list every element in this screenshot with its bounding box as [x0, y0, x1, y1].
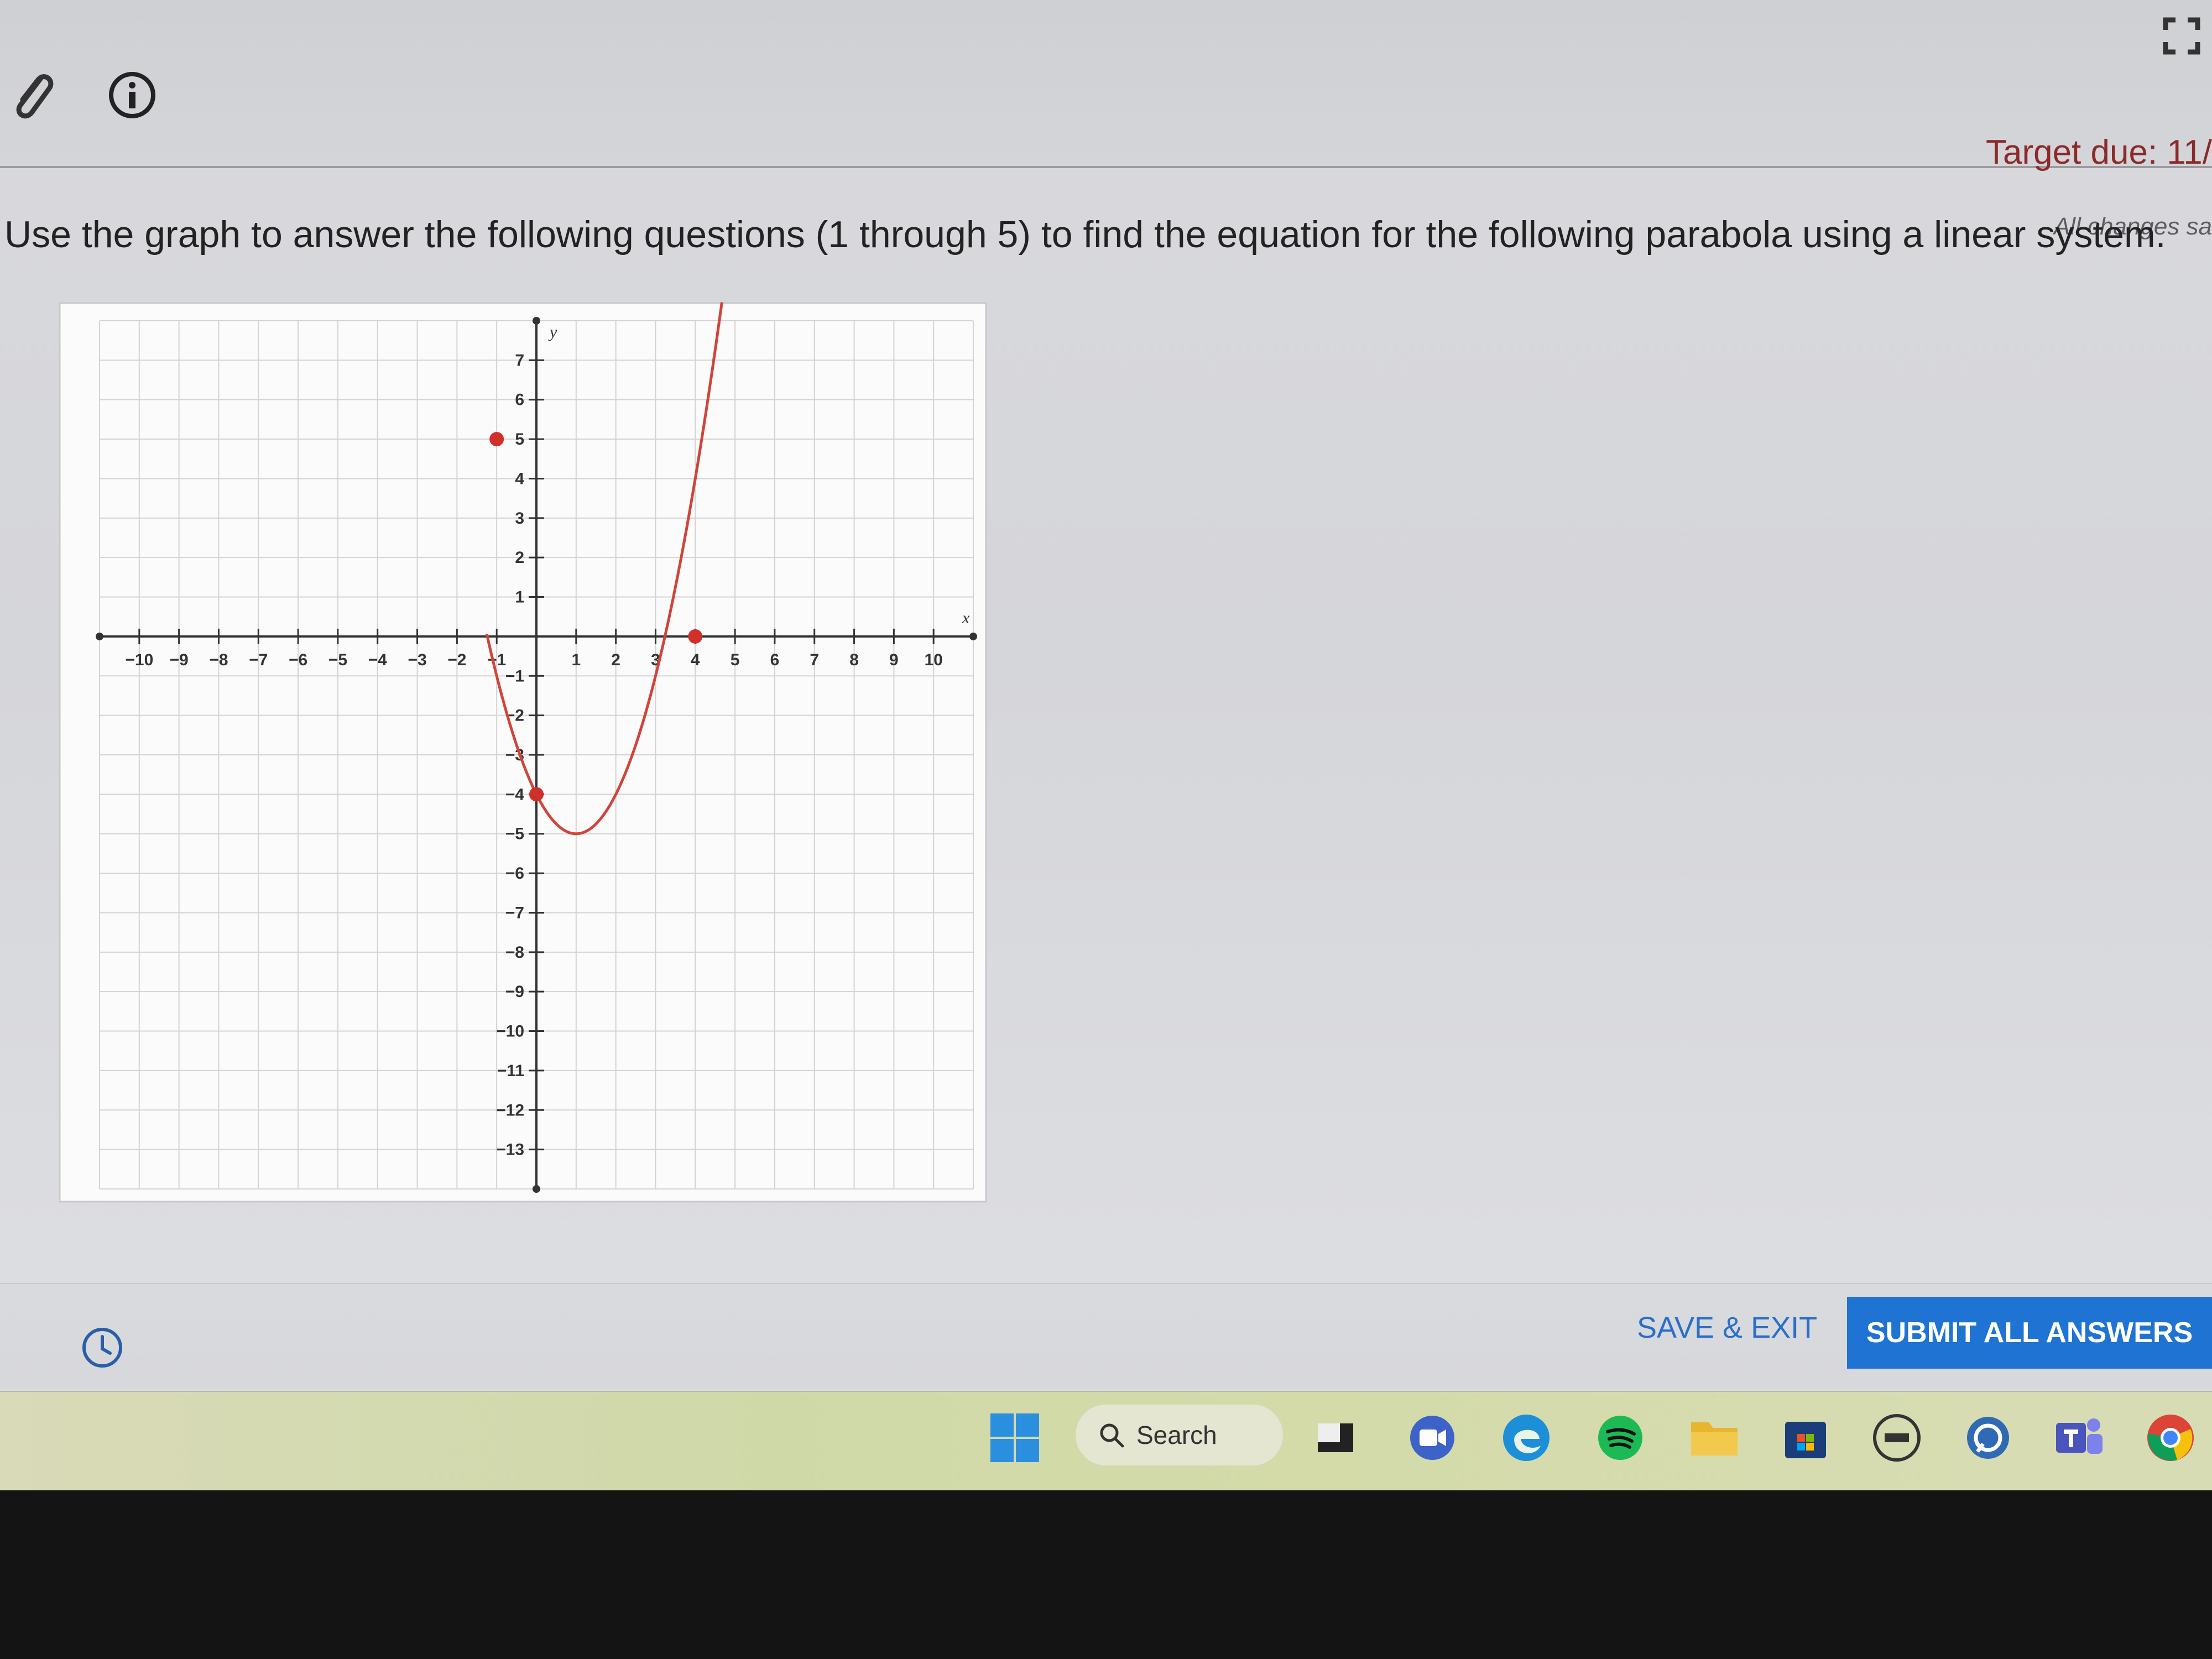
x-tick-label: 1	[571, 651, 581, 669]
x-tick-label: 2	[611, 651, 620, 669]
y-tick-label: −1	[505, 667, 524, 685]
spotify-icon[interactable]	[1590, 1407, 1651, 1468]
marked-point	[529, 787, 544, 802]
y-tick-label: 2	[515, 549, 524, 567]
y-tick-label: −12	[496, 1101, 524, 1119]
y-tick-label: −9	[505, 983, 524, 1001]
y-axis-end	[533, 317, 540, 325]
file-explorer-icon[interactable]	[1684, 1407, 1745, 1468]
save-exit-button[interactable]: SAVE & EXIT	[1637, 1311, 1817, 1345]
question-text: Use the graph to answer the following qu…	[4, 213, 2166, 255]
x-tick-label: 7	[810, 651, 819, 669]
task-view-icon[interactable]	[1305, 1407, 1366, 1468]
info-icon[interactable]	[108, 71, 156, 119]
y-tick-label: 3	[515, 509, 524, 528]
top-toolbar: Target due: 11/	[0, 0, 2212, 171]
target-due-text: Target due: 11/	[1985, 133, 2212, 171]
y-tick-label: 6	[515, 391, 524, 409]
marked-point	[688, 629, 703, 644]
search-icon	[1100, 1423, 1124, 1448]
y-axis-end	[533, 1185, 540, 1193]
paperclip-icon[interactable]	[8, 66, 58, 127]
search-label: Search	[1136, 1421, 1217, 1449]
marked-point	[489, 432, 504, 447]
y-axis-label: y	[548, 323, 557, 341]
x-tick-label: −2	[447, 651, 466, 669]
chrome-icon[interactable]	[2140, 1407, 2201, 1468]
x-tick-label: −3	[408, 651, 426, 669]
dell-icon[interactable]	[1866, 1407, 1927, 1468]
y-tick-label: −10	[496, 1022, 524, 1041]
x-tick-label: −8	[209, 651, 228, 669]
y-tick-label: −6	[505, 864, 524, 883]
x-tick-label: −9	[170, 651, 189, 669]
clock-icon[interactable]	[77, 1323, 127, 1373]
x-tick-label: −5	[328, 651, 347, 669]
x-tick-label: −4	[368, 651, 388, 669]
teams-icon[interactable]	[2049, 1407, 2110, 1468]
x-axis-end	[96, 632, 103, 640]
x-tick-label: 10	[924, 651, 942, 669]
fullscreen-icon[interactable]	[2159, 14, 2204, 58]
x-tick-label: 4	[691, 651, 700, 669]
x-tick-label: 5	[731, 651, 740, 669]
x-tick-label: 8	[849, 651, 859, 669]
windows-start-icon[interactable]	[984, 1407, 1045, 1468]
x-tick-label: 6	[770, 651, 780, 669]
parabola-graph: −10 −9 −8 −7 −6 −5 −4 −3 −2 −1 1 2 3 4 5 6 7 8 9 10 7 6 5 4 3 2 1−…	[55, 299, 995, 1214]
y-tick-label: 5	[515, 430, 524, 448]
submit-all-answers-button[interactable]: SUBMIT ALL ANSWERS	[1847, 1297, 2212, 1369]
y-tick-label: −5	[505, 825, 524, 843]
y-tick-label: −13	[496, 1141, 524, 1159]
taskbar-search[interactable]: Search	[1076, 1405, 1283, 1465]
x-tick-label: −7	[249, 651, 268, 669]
x-axis-label: x	[962, 609, 970, 627]
y-tick-label: 4	[515, 469, 524, 488]
x-tick-label: −6	[289, 651, 307, 669]
y-tick-label: −8	[505, 943, 524, 962]
y-tick-label: −7	[505, 904, 524, 922]
x-tick-label: 9	[889, 651, 899, 669]
graph-svg: −10 −9 −8 −7 −6 −5 −4 −3 −2 −1 1 2 3 4 5 6 7 8 9 107654321−…	[59, 302, 987, 1203]
x-axis-end	[969, 632, 977, 640]
y-tick-label: 1	[515, 588, 524, 607]
y-tick-label: 7	[515, 351, 524, 369]
support-assist-icon[interactable]	[1958, 1407, 2018, 1468]
microsoft-store-icon[interactable]	[1775, 1407, 1836, 1468]
screen-bezel	[0, 1490, 2212, 1659]
edge-browser-icon[interactable]	[1496, 1407, 1557, 1468]
y-tick-label: −4	[505, 785, 525, 804]
x-tick-label: −10	[125, 651, 153, 669]
meet-camera-icon[interactable]	[1402, 1407, 1463, 1468]
y-tick-label: −11	[497, 1062, 524, 1080]
